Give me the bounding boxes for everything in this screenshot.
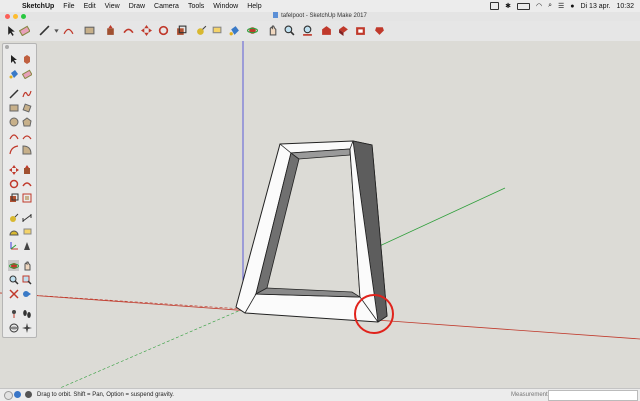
paint-bucket-icon[interactable] xyxy=(8,68,19,79)
move-icon[interactable] xyxy=(140,24,152,36)
status-hint: Drag to orbit. Shift = Pan, Option = sus… xyxy=(37,392,174,398)
wifi-icon[interactable]: ◠ xyxy=(536,2,542,10)
status-menus: ✱ ◠ ⌕ ☰ ● Di 13 apr. 10:32 xyxy=(490,0,634,12)
menu-camera[interactable]: Camera xyxy=(154,3,179,10)
eraser-icon[interactable] xyxy=(21,68,32,79)
pushpull-icon[interactable] xyxy=(21,164,32,175)
arc-icon[interactable] xyxy=(8,130,19,141)
siri-icon[interactable]: ● xyxy=(570,3,574,10)
pan-icon[interactable] xyxy=(21,260,32,271)
status-bar: Drag to orbit. Shift = Pan, Option = sus… xyxy=(0,388,640,401)
menu-date[interactable]: Di 13 apr. xyxy=(581,3,611,10)
menu-help[interactable]: Help xyxy=(247,3,261,10)
zoom-window-icon[interactable] xyxy=(21,274,32,285)
document-icon xyxy=(273,12,279,19)
eraser-icon[interactable] xyxy=(18,24,30,36)
ruby-icon[interactable] xyxy=(373,24,385,36)
previous-icon[interactable] xyxy=(21,288,32,299)
menu-window[interactable]: Window xyxy=(213,3,238,10)
paint-bucket-icon[interactable] xyxy=(228,24,240,36)
look-around-icon[interactable] xyxy=(21,322,32,333)
pushpull-icon[interactable] xyxy=(104,24,116,36)
menu-draw[interactable]: Draw xyxy=(129,3,145,10)
display-icon[interactable] xyxy=(490,2,500,10)
credits-icon[interactable] xyxy=(25,391,32,398)
followme-icon[interactable] xyxy=(21,178,32,189)
axes-icon[interactable] xyxy=(8,240,19,251)
battery-icon[interactable] xyxy=(516,2,530,10)
pan-icon[interactable] xyxy=(266,24,278,36)
text-icon[interactable] xyxy=(210,24,222,36)
menu-view[interactable]: View xyxy=(105,3,120,10)
extension-warehouse-icon[interactable] xyxy=(354,24,366,36)
window-title: tafelpoot - SketchUp Make 2017 xyxy=(0,12,640,21)
position-camera-icon[interactable] xyxy=(8,308,19,319)
tape-measure-icon[interactable] xyxy=(8,212,19,223)
select-icon[interactable] xyxy=(5,24,17,36)
arc-icon[interactable] xyxy=(62,24,74,36)
rotate-icon[interactable] xyxy=(8,178,19,189)
orbit-icon[interactable] xyxy=(8,260,19,271)
pie-icon[interactable] xyxy=(21,144,32,155)
measurements-input[interactable] xyxy=(548,390,638,401)
protractor-icon[interactable] xyxy=(8,226,19,237)
info-icon[interactable] xyxy=(4,391,13,400)
window-title-text: tafelpoot - SketchUp Make 2017 xyxy=(281,13,367,19)
search-icon[interactable]: ⌕ xyxy=(548,2,552,10)
bluetooth-icon[interactable]: ✱ xyxy=(505,2,511,10)
tool-palette xyxy=(2,43,37,338)
text-icon[interactable] xyxy=(21,226,32,237)
followme-icon[interactable] xyxy=(122,24,134,36)
components-icon[interactable] xyxy=(337,24,349,36)
offset-icon[interactable] xyxy=(21,192,32,203)
walk-icon[interactable] xyxy=(21,308,32,319)
menu-time[interactable]: 10:32 xyxy=(616,3,634,10)
menu-tools[interactable]: Tools xyxy=(188,3,204,10)
table-leg-model[interactable] xyxy=(235,140,388,323)
move-icon[interactable] xyxy=(8,164,19,175)
rectangle-icon[interactable] xyxy=(8,102,19,113)
geolocation-icon[interactable] xyxy=(14,391,21,398)
freehand-icon[interactable] xyxy=(21,88,32,99)
rotate-icon[interactable] xyxy=(157,24,169,36)
scale-icon[interactable] xyxy=(8,192,19,203)
make-component-icon[interactable] xyxy=(21,53,32,64)
3d-text-icon[interactable] xyxy=(21,240,32,251)
orbit-icon[interactable] xyxy=(246,24,258,36)
pencil-icon[interactable] xyxy=(38,24,50,36)
green-axis-negative xyxy=(59,308,244,388)
zoom-extents-icon[interactable] xyxy=(8,288,19,299)
line-icon[interactable] xyxy=(8,88,19,99)
menu-bar: SketchUp File Edit View Draw Camera Tool… xyxy=(0,0,640,12)
scene-canvas[interactable] xyxy=(0,41,640,388)
dimension-icon[interactable] xyxy=(21,212,32,223)
measurements-label: Measurements xyxy=(511,392,551,398)
polygon-icon[interactable] xyxy=(21,116,32,127)
line-dropdown-icon[interactable] xyxy=(50,24,62,36)
scale-icon[interactable] xyxy=(175,24,187,36)
circle-icon[interactable] xyxy=(8,116,19,127)
menu-edit[interactable]: Edit xyxy=(84,3,96,10)
rotated-rect-icon[interactable] xyxy=(21,102,32,113)
three-point-arc-icon[interactable] xyxy=(8,144,19,155)
section-plane-icon[interactable] xyxy=(8,322,19,333)
main-toolbar xyxy=(0,21,640,42)
zoom-icon[interactable] xyxy=(8,274,19,285)
control-center-icon[interactable]: ☰ xyxy=(558,2,564,10)
menu-file[interactable]: File xyxy=(63,3,74,10)
warehouse-icon[interactable] xyxy=(320,24,332,36)
rectangle-icon[interactable] xyxy=(83,24,95,36)
model-viewport[interactable] xyxy=(0,41,640,388)
zoom-icon[interactable] xyxy=(283,24,295,36)
menu-app[interactable]: SketchUp xyxy=(22,3,54,10)
tape-measure-icon[interactable] xyxy=(195,24,207,36)
palette-close-icon[interactable] xyxy=(5,45,9,49)
select-icon[interactable] xyxy=(8,53,19,64)
zoom-extents-icon[interactable] xyxy=(301,24,313,36)
two-point-arc-icon[interactable] xyxy=(21,130,32,141)
